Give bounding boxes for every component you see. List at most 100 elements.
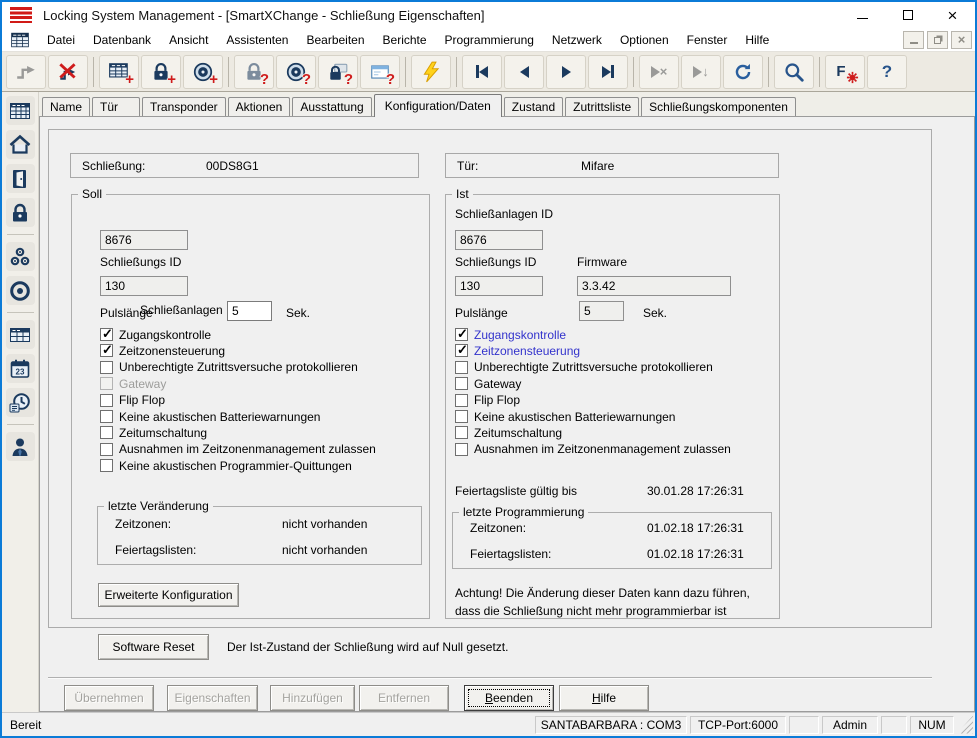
checkbox-icon[interactable]: [455, 377, 468, 390]
menu-netzwerk[interactable]: Netzwerk: [543, 30, 611, 50]
checkbox-icon[interactable]: [455, 344, 468, 357]
read-lock-button[interactable]: ?: [234, 55, 274, 89]
ist-checkbox-row[interactable]: Zeitzonensteuerung: [455, 343, 580, 358]
tab-konfiguration-daten[interactable]: Konfiguration/Daten: [374, 94, 502, 117]
read-transponder-button[interactable]: ?: [276, 55, 316, 89]
soll-checkbox-row[interactable]: Zugangskontrolle: [100, 327, 211, 342]
cancel-record-button[interactable]: ×: [639, 55, 679, 89]
checkbox-icon[interactable]: [455, 328, 468, 341]
checkbox-icon[interactable]: [455, 443, 468, 456]
read-lock-alt-button[interactable]: ?: [318, 55, 358, 89]
ist-checkbox-row[interactable]: Gateway: [455, 376, 521, 391]
new-locking-system-button[interactable]: +: [99, 55, 139, 89]
connect-button[interactable]: [6, 55, 46, 89]
refresh-button[interactable]: [723, 55, 763, 89]
hilfe-button[interactable]: Hilfe: [559, 685, 649, 711]
checkbox-icon[interactable]: [100, 443, 113, 456]
sidebar-item-matrix[interactable]: [6, 96, 35, 125]
help-button[interactable]: ?: [867, 55, 907, 89]
menu-ansicht[interactable]: Ansicht: [160, 30, 217, 50]
disconnect-button[interactable]: [48, 55, 88, 89]
tab-tuer[interactable]: Tür: [92, 97, 140, 116]
ist-checkbox-row[interactable]: Zeitumschaltung: [455, 425, 562, 440]
checkbox-icon[interactable]: [100, 410, 113, 423]
soll-checkbox-row[interactable]: Zeitumschaltung: [100, 425, 207, 440]
checkbox-icon[interactable]: [100, 394, 113, 407]
menu-programmierung[interactable]: Programmierung: [436, 30, 543, 50]
soll-checkbox-row[interactable]: Unberechtigte Zutrittsversuche protokoll…: [100, 360, 358, 375]
checkbox-icon[interactable]: [100, 328, 113, 341]
maximize-button[interactable]: [885, 2, 930, 28]
checkbox-icon[interactable]: [100, 459, 113, 472]
entfernen-button[interactable]: Entfernen: [359, 685, 449, 711]
sidebar-item-transponder[interactable]: [6, 276, 35, 305]
mdi-close-button[interactable]: ×: [951, 31, 972, 49]
read-network-button[interactable]: ?: [360, 55, 400, 89]
soll-checkbox-row[interactable]: Keine akustischen Programmier-Quittungen: [100, 458, 352, 473]
ist-checkbox-row[interactable]: Keine akustischen Batteriewarnungen: [455, 409, 675, 424]
software-reset-button[interactable]: Software Reset: [98, 634, 209, 660]
tab-aktionen[interactable]: Aktionen: [228, 97, 291, 116]
menu-datenbank[interactable]: Datenbank: [84, 30, 160, 50]
menu-fenster[interactable]: Fenster: [678, 30, 737, 50]
hinzufuegen-button[interactable]: Hinzufügen: [270, 685, 355, 711]
minimize-button[interactable]: [840, 2, 885, 28]
ist-checkbox-row[interactable]: Unberechtigte Zutrittsversuche protokoll…: [455, 360, 713, 375]
ist-pulse-field[interactable]: [579, 301, 624, 321]
checkbox-icon[interactable]: [455, 394, 468, 407]
ist-lock-id-field[interactable]: [455, 276, 543, 296]
soll-checkbox-row[interactable]: Zeitzonensteuerung: [100, 343, 225, 358]
ist-checkbox-row[interactable]: Flip Flop: [455, 393, 520, 408]
ist-checkbox-row[interactable]: Ausnahmen im Zeitzonenmanagement zulasse…: [455, 442, 731, 457]
sidebar-item-timezone-plan[interactable]: [6, 320, 35, 349]
menu-berichte[interactable]: Berichte: [374, 30, 436, 50]
soll-pulse-field[interactable]: [227, 301, 272, 321]
checkbox-icon[interactable]: [100, 426, 113, 439]
menu-datei[interactable]: Datei: [38, 30, 84, 50]
soll-checkbox-row[interactable]: Gateway: [100, 376, 166, 391]
prev-record-button[interactable]: [504, 55, 544, 89]
filter-settings-button[interactable]: F: [825, 55, 865, 89]
tab-name[interactable]: Name: [42, 97, 90, 116]
checkbox-icon[interactable]: [455, 410, 468, 423]
close-button[interactable]: ×: [930, 2, 975, 28]
sidebar-item-lock[interactable]: [6, 198, 35, 227]
ist-firmware-field[interactable]: [577, 276, 731, 296]
tab-ausstattung[interactable]: Ausstattung: [292, 97, 371, 116]
checkbox-icon[interactable]: [455, 426, 468, 439]
sidebar-item-user[interactable]: [6, 432, 35, 461]
soll-checkbox-row[interactable]: Keine akustischen Batteriewarnungen: [100, 409, 320, 424]
menu-bearbeiten[interactable]: Bearbeiten: [297, 30, 373, 50]
new-transponder-button[interactable]: +: [183, 55, 223, 89]
menu-hilfe[interactable]: Hilfe: [736, 30, 778, 50]
sidebar-item-transponder-group[interactable]: [6, 242, 35, 271]
beenden-button[interactable]: Beenden: [464, 685, 554, 711]
tab-zustand[interactable]: Zustand: [504, 97, 563, 116]
tab-zutrittsliste[interactable]: Zutrittsliste: [565, 97, 639, 116]
soll-checkbox-row[interactable]: Flip Flop: [100, 393, 165, 408]
sidebar-item-log[interactable]: [6, 388, 35, 417]
mdi-restore-button[interactable]: [927, 31, 948, 49]
next-record-button[interactable]: [546, 55, 586, 89]
first-record-button[interactable]: [462, 55, 502, 89]
new-lock-button[interactable]: +: [141, 55, 181, 89]
soll-lock-id-field[interactable]: [100, 276, 188, 296]
soll-system-id-field[interactable]: [100, 230, 188, 250]
sidebar-item-door[interactable]: [6, 164, 35, 193]
flash-programming-button[interactable]: [411, 55, 451, 89]
sidebar-item-calendar[interactable]: 23: [6, 354, 35, 383]
tab-transponder[interactable]: Transponder: [142, 97, 226, 116]
checkbox-icon[interactable]: [100, 377, 113, 390]
ist-checkbox-row[interactable]: Zugangskontrolle: [455, 327, 566, 342]
ist-system-id-field[interactable]: [455, 230, 543, 250]
soll-checkbox-row[interactable]: Ausnahmen im Zeitzonenmanagement zulasse…: [100, 442, 376, 457]
checkbox-icon[interactable]: [455, 361, 468, 374]
checkbox-icon[interactable]: [100, 344, 113, 357]
search-button[interactable]: [774, 55, 814, 89]
checkbox-icon[interactable]: [100, 361, 113, 374]
last-record-button[interactable]: [588, 55, 628, 89]
resize-grip[interactable]: [957, 716, 973, 734]
post-record-button[interactable]: ↓: [681, 55, 721, 89]
menu-optionen[interactable]: Optionen: [611, 30, 678, 50]
uebernehmen-button[interactable]: Übernehmen: [64, 685, 154, 711]
